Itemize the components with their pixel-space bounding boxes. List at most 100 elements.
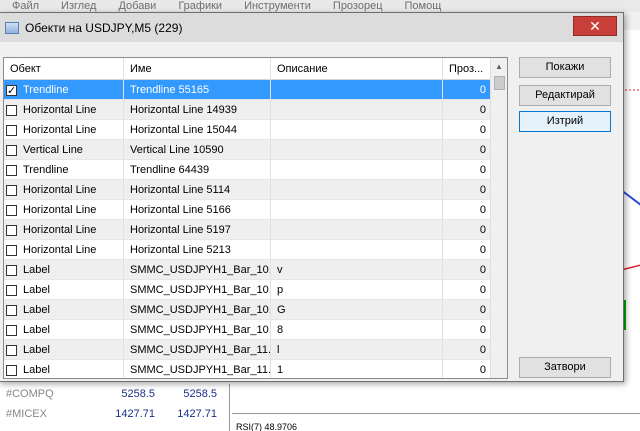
object-name: Horizontal Line 5166: [124, 200, 271, 220]
row-checkbox[interactable]: [6, 364, 17, 376]
table-row[interactable]: Label SMMC_USDJPYH1_Bar_11... 1 0: [4, 360, 492, 378]
object-name: Horizontal Line 14939: [124, 100, 271, 120]
object-type-cell: Label: [4, 260, 124, 280]
menu-charts[interactable]: Графики: [178, 0, 222, 12]
table-row[interactable]: Horizontal Line Horizontal Line 5197 0: [4, 220, 492, 240]
object-type: Label: [23, 344, 50, 356]
row-checkbox[interactable]: [6, 264, 17, 276]
column-header-description[interactable]: Описание: [271, 58, 443, 80]
menu-insert[interactable]: Добави: [118, 0, 156, 12]
table-row[interactable]: Label SMMC_USDJPYH1_Bar_10... v 0: [4, 260, 492, 280]
object-type-cell: Label: [4, 320, 124, 340]
object-window: 0: [443, 80, 491, 100]
objects-list[interactable]: Обект Име Описание Проз... TrendlineTren…: [3, 57, 508, 379]
object-type: Label: [23, 284, 50, 296]
object-name: SMMC_USDJPYH1_Bar_11...: [124, 340, 271, 360]
list-rows: TrendlineTrendline 551650Horizontal Line…: [4, 80, 492, 378]
close-button[interactable]: Затвори: [519, 357, 611, 378]
watch-row[interactable]: #COMPQ 5258.5 5258.5: [0, 384, 229, 404]
object-type: Trendline: [23, 84, 69, 96]
row-checkbox[interactable]: [6, 81, 17, 100]
edit-button[interactable]: Редактирай: [519, 85, 611, 106]
row-checkbox[interactable]: [6, 344, 17, 356]
table-row[interactable]: Label SMMC_USDJPYH1_Bar_10... G 0: [4, 300, 492, 320]
table-row[interactable]: Horizontal Line Horizontal Line 15044 0: [4, 120, 492, 140]
object-type-cell: Label: [4, 340, 124, 360]
table-row[interactable]: Trendline Trendline 64439 0: [4, 160, 492, 180]
object-window: 0: [443, 180, 491, 200]
objects-dialog: Обекти на USDJPY,M5 (229) ✕ Обект Име Оп…: [0, 12, 624, 382]
column-header-name[interactable]: Име: [124, 58, 271, 80]
object-description: [271, 200, 443, 220]
object-name: Vertical Line 10590: [124, 140, 271, 160]
menu-file[interactable]: Файл: [12, 0, 39, 12]
vertical-scrollbar[interactable]: ▲: [490, 58, 507, 378]
object-name: Horizontal Line 5213: [124, 240, 271, 260]
row-checkbox[interactable]: [6, 304, 17, 316]
table-row[interactable]: Horizontal Line Horizontal Line 5166 0: [4, 200, 492, 220]
row-checkbox[interactable]: [6, 324, 17, 336]
object-window: 0: [443, 100, 491, 120]
row-checkbox[interactable]: [6, 164, 17, 176]
table-row[interactable]: Horizontal Line Horizontal Line 5114 0: [4, 180, 492, 200]
row-checkbox[interactable]: [6, 284, 17, 296]
table-row[interactable]: Horizontal Line Horizontal Line 5213 0: [4, 240, 492, 260]
object-type-cell: Horizontal Line: [4, 100, 124, 120]
object-window: 0: [443, 320, 491, 340]
scroll-up-icon[interactable]: ▲: [491, 58, 507, 75]
watch-row[interactable]: #MICEX 1427.71 1427.71: [0, 404, 229, 424]
object-window: 0: [443, 160, 491, 180]
object-type-cell: Vertical Line: [4, 140, 124, 160]
object-window: 0: [443, 280, 491, 300]
object-window: 0: [443, 360, 491, 378]
close-window-button[interactable]: ✕: [573, 16, 617, 36]
show-button[interactable]: Покажи: [519, 57, 611, 78]
menu-view[interactable]: Изглед: [61, 0, 96, 12]
column-header-object[interactable]: Обект: [4, 58, 124, 80]
object-window: 0: [443, 120, 491, 140]
row-checkbox[interactable]: [6, 124, 17, 136]
delete-button[interactable]: Изтрий: [519, 111, 611, 132]
scroll-thumb[interactable]: [494, 76, 505, 90]
watch-bid: 1427.71: [115, 408, 155, 420]
list-header: Обект Име Описание Проз...: [4, 58, 507, 80]
object-window: 0: [443, 240, 491, 260]
object-name: SMMC_USDJPYH1_Bar_11...: [124, 360, 271, 378]
dialog-titlebar[interactable]: Обекти на USDJPY,M5 (229) ✕: [0, 13, 623, 42]
table-row[interactable]: Label SMMC_USDJPYH1_Bar_11... l 0: [4, 340, 492, 360]
row-checkbox[interactable]: [6, 204, 17, 216]
object-type: Horizontal Line: [23, 184, 97, 196]
object-type: Horizontal Line: [23, 244, 97, 256]
table-row[interactable]: Label SMMC_USDJPYH1_Bar_10... p 0: [4, 280, 492, 300]
object-name: SMMC_USDJPYH1_Bar_10...: [124, 260, 271, 280]
row-checkbox[interactable]: [6, 244, 17, 256]
table-row[interactable]: Vertical Line Vertical Line 10590 0: [4, 140, 492, 160]
menu-tools[interactable]: Инструменти: [244, 0, 311, 12]
menu-window[interactable]: Прозорец: [333, 0, 383, 12]
object-description: v: [271, 260, 443, 280]
object-type-cell: Horizontal Line: [4, 120, 124, 140]
object-description: G: [271, 300, 443, 320]
object-type: Label: [23, 304, 50, 316]
row-checkbox[interactable]: [6, 184, 17, 196]
row-checkbox[interactable]: [6, 224, 17, 236]
object-type-cell: Horizontal Line: [4, 240, 124, 260]
table-row[interactable]: Horizontal Line Horizontal Line 14939 0: [4, 100, 492, 120]
object-type-cell: Horizontal Line: [4, 220, 124, 240]
object-name: SMMC_USDJPYH1_Bar_10...: [124, 300, 271, 320]
column-header-window[interactable]: Проз...: [443, 58, 491, 80]
object-type: Horizontal Line: [23, 124, 97, 136]
object-description: p: [271, 280, 443, 300]
menu-help[interactable]: Помощ: [405, 0, 442, 12]
table-row[interactable]: Trendline Trendline 55165 0: [4, 80, 492, 100]
market-watch: #COMPQ 5258.5 5258.5 #MICEX 1427.71 1427…: [0, 384, 230, 431]
object-type: Label: [23, 324, 50, 336]
row-checkbox[interactable]: [6, 144, 17, 156]
object-type: Label: [23, 264, 50, 276]
object-type-cell: Label: [4, 360, 124, 378]
object-type-cell: Horizontal Line: [4, 200, 124, 220]
row-checkbox[interactable]: [6, 104, 17, 116]
object-window: 0: [443, 220, 491, 240]
table-row[interactable]: Label SMMC_USDJPYH1_Bar_10... 8 0: [4, 320, 492, 340]
object-description: 8: [271, 320, 443, 340]
